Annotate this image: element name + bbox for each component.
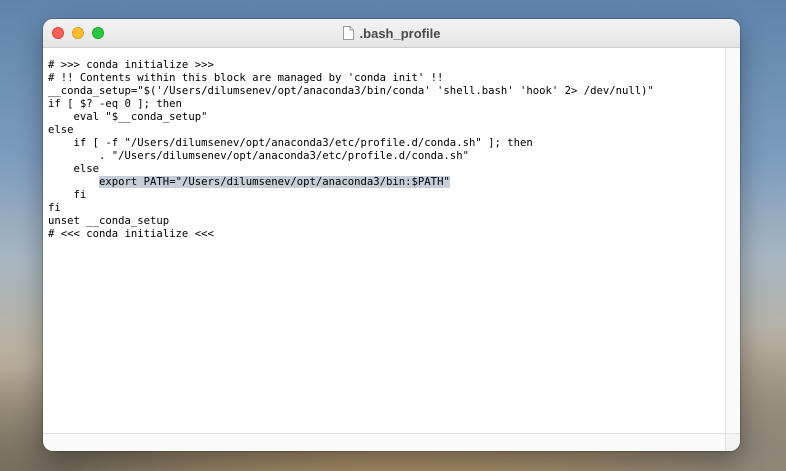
horizontal-scrollbar[interactable] xyxy=(43,433,726,451)
code-line: # !! Contents within this block are mana… xyxy=(48,72,444,84)
code-line: else xyxy=(48,163,100,175)
vertical-scrollbar[interactable] xyxy=(725,48,740,434)
window-title: .bash_profile xyxy=(359,25,441,41)
code-line: unset __conda_setup xyxy=(48,215,170,227)
text-editor-window: .bash_profile # >>> conda initialize >>>… xyxy=(43,19,740,451)
title-bar[interactable]: .bash_profile xyxy=(43,19,740,48)
code-line: if [ -f "/Users/dilumsenev/opt/anaconda3… xyxy=(48,137,533,149)
code-line: __conda_setup="$('/Users/dilumsenev/opt/… xyxy=(48,85,654,97)
selected-text: export PATH="/Users/dilumsenev/opt/anaco… xyxy=(99,176,450,188)
scrollbar-corner xyxy=(725,433,740,451)
code-line: if [ $? -eq 0 ]; then xyxy=(48,98,182,110)
document-icon xyxy=(342,26,354,40)
code-line: fi xyxy=(48,202,61,214)
text-editor-area[interactable]: # >>> conda initialize >>> # !! Contents… xyxy=(43,48,726,434)
code-line: fi xyxy=(48,189,87,201)
title-group: .bash_profile xyxy=(43,19,740,47)
code-line: . "/Users/dilumsenev/opt/anaconda3/etc/p… xyxy=(48,150,469,162)
code-line: else xyxy=(48,124,74,136)
code-line-selected: export PATH="/Users/dilumsenev/opt/anaco… xyxy=(48,176,726,189)
code-line: # >>> conda initialize >>> xyxy=(48,59,214,71)
code-line: eval "$__conda_setup" xyxy=(48,111,208,123)
code-line: # <<< conda initialize <<< xyxy=(48,228,214,240)
